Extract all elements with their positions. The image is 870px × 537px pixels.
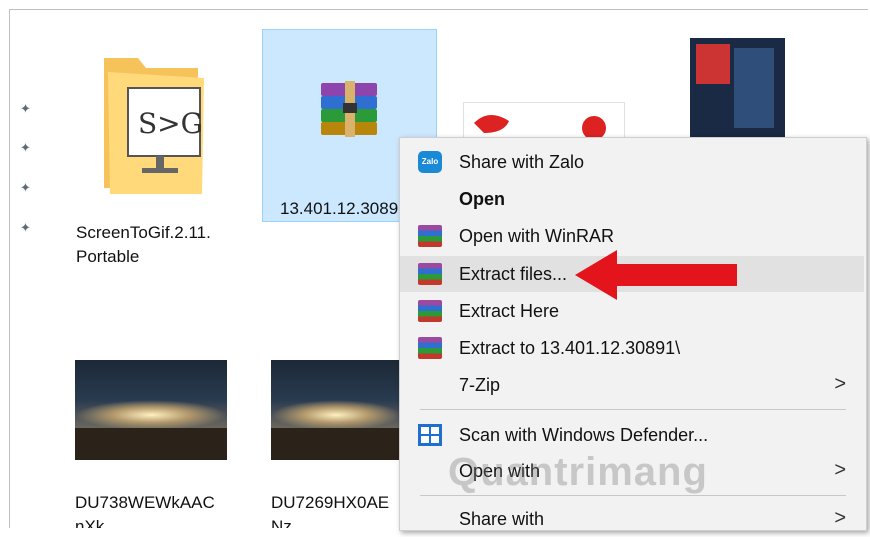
winrar-icon	[418, 225, 442, 247]
menu-item-extract-to[interactable]: Extract to 13.401.12.30891\	[400, 330, 864, 366]
image-thumbnail[interactable]	[690, 38, 785, 138]
file-name: 13.401.12.3089	[280, 199, 399, 218]
file-name: DU738WEWkAAC nXk	[75, 493, 215, 528]
file-item-concert-2[interactable]: DU7269HX0AE Nz	[205, 350, 405, 528]
chevron-right-icon: >	[834, 507, 846, 529]
product-graphic	[734, 48, 774, 128]
zalo-icon: Zalo	[418, 151, 442, 173]
menu-separator	[420, 495, 846, 496]
menu-item-scan-defender[interactable]: Scan with Windows Defender...	[400, 417, 864, 453]
badge-graphic	[696, 44, 730, 84]
concert-thumbnail	[271, 360, 401, 460]
winrar-icon	[418, 263, 442, 285]
watermark: Quantrimang	[448, 450, 708, 494]
chevron-right-icon: >	[834, 459, 846, 481]
menu-separator	[420, 409, 846, 410]
svg-text:S>G: S>G	[138, 107, 203, 140]
winrar-icon	[418, 337, 442, 359]
menu-item-open[interactable]: Open	[400, 181, 864, 217]
red-arrow-annotation	[575, 250, 737, 300]
menu-item-share-with-zalo[interactable]: Zalo Share with Zalo	[400, 144, 864, 180]
winrar-archive-icon	[321, 81, 377, 137]
folder-screentogif-icon: S>G	[104, 58, 204, 194]
menu-item-7zip[interactable]: 7-Zip >	[400, 367, 864, 403]
file-name: ScreenToGif.2.11. Portable	[76, 223, 211, 266]
chevron-right-icon: >	[834, 373, 846, 395]
menu-item-share-with[interactable]: Share with >	[400, 501, 864, 537]
winrar-icon	[418, 300, 442, 322]
file-name: DU7269HX0AE Nz	[271, 493, 390, 528]
file-item-concert-1[interactable]: DU738WEWkAAC nXk	[10, 350, 227, 528]
file-item-screentogif[interactable]: S>G ScreenToGif.2.11. Portable	[10, 10, 250, 270]
windows-defender-icon	[418, 424, 442, 446]
